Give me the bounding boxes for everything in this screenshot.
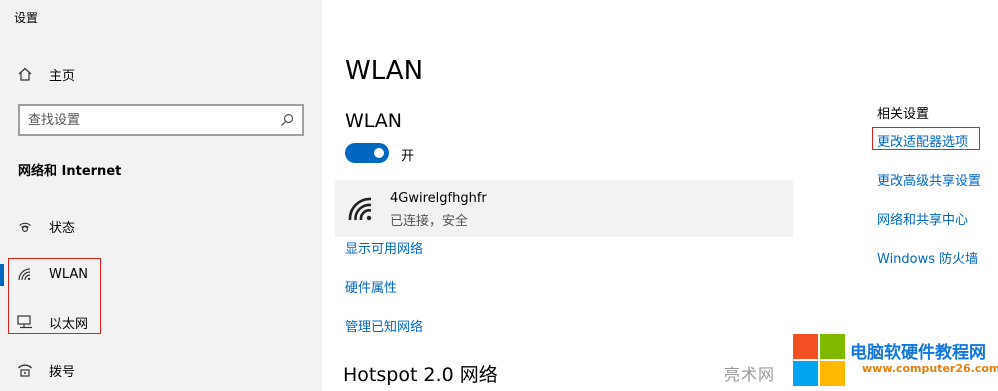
sidebar-item-status[interactable]: 状态: [0, 208, 322, 244]
network-card[interactable]: 4Gwirelgfhghfr 已连接，安全: [335, 180, 793, 237]
toggle-knob: [374, 148, 384, 158]
section-title: WLAN: [345, 110, 403, 132]
sidebar: 设置 主页 网络和 Internet 状态 WLAN 以太网: [0, 0, 322, 391]
highlight-box: [8, 258, 101, 334]
home-icon: [16, 65, 34, 83]
hardware-properties-link[interactable]: 硬件属性: [345, 277, 397, 296]
watermark-text: 亮术网: [724, 365, 776, 384]
sidebar-item-home[interactable]: 主页: [0, 56, 322, 92]
search-icon[interactable]: [276, 109, 298, 131]
network-name: 4Gwirelgfhghfr: [390, 191, 487, 206]
search-input[interactable]: [20, 111, 276, 129]
windows-firewall-link[interactable]: Windows 防火墙: [877, 248, 978, 267]
wlan-toggle[interactable]: [345, 143, 389, 163]
sidebar-item-label: 拨号: [49, 364, 76, 380]
manage-known-networks-link[interactable]: 管理已知网络: [345, 316, 423, 335]
hotspot-heading: Hotspot 2.0 网络: [343, 364, 498, 386]
network-status: 已连接，安全: [390, 214, 469, 229]
related-settings-title: 相关设置: [877, 107, 930, 122]
status-icon: [16, 217, 34, 235]
search-box[interactable]: [18, 104, 304, 136]
dialup-icon: [16, 361, 34, 379]
window-title: 设置: [14, 11, 39, 25]
watermark-url: www.computer26.com: [862, 362, 998, 375]
watermark-brand: 电脑软硬件教程网: [850, 343, 986, 363]
windows-logo-icon: [793, 334, 845, 386]
highlight-box: [872, 127, 980, 150]
show-available-networks-link[interactable]: 显示可用网络: [345, 238, 423, 257]
page-title: WLAN: [345, 56, 424, 86]
wifi-signal-icon: [347, 196, 375, 222]
toggle-state-label: 开: [401, 149, 415, 164]
sharing-center-link[interactable]: 网络和共享中心: [877, 209, 968, 228]
advanced-sharing-link[interactable]: 更改高级共享设置: [877, 170, 981, 189]
section-heading: 网络和 Internet: [18, 164, 122, 179]
sidebar-item-label: 状态: [49, 220, 76, 236]
sidebar-item-dialup[interactable]: 拨号: [0, 352, 322, 388]
sidebar-item-label: 主页: [49, 68, 76, 84]
